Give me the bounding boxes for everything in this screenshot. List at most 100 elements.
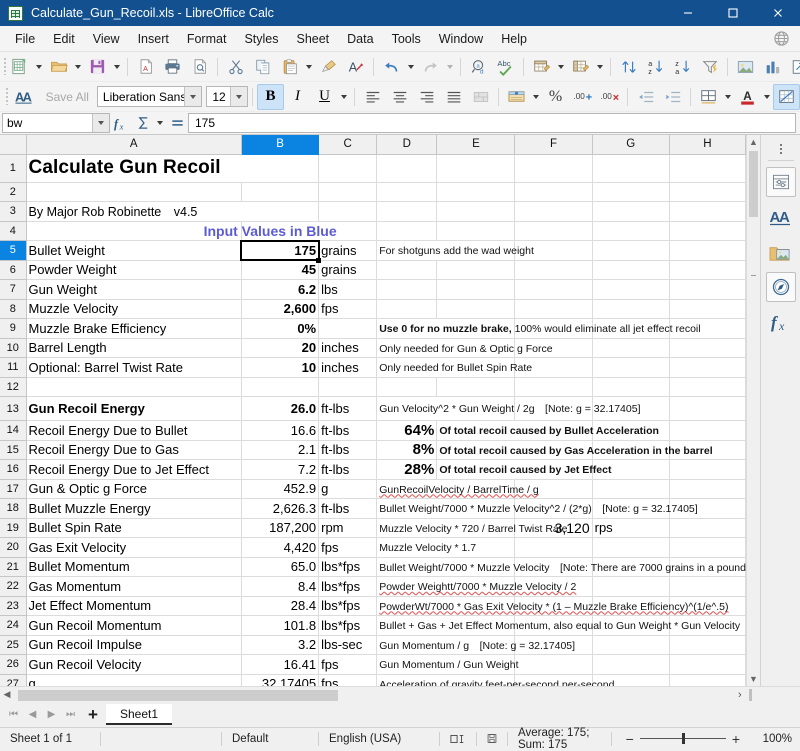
row-header-22[interactable]: 22 — [0, 577, 26, 597]
cell-F10[interactable] — [515, 338, 592, 358]
first-sheet-icon[interactable]: ⏮ — [4, 705, 23, 724]
scroll-right-icon[interactable]: › — [738, 689, 746, 701]
cell-A27[interactable]: g — [26, 674, 241, 686]
cell-G12[interactable] — [592, 377, 669, 397]
cell-F14[interactable] — [515, 421, 592, 441]
zoom-out-icon[interactable]: − — [620, 731, 640, 747]
scroll-up-icon[interactable]: ▲ — [747, 135, 760, 149]
row-header-7[interactable]: 7 — [0, 280, 26, 300]
status-page-style[interactable]: Default — [222, 731, 318, 747]
insert-chart-icon[interactable] — [759, 54, 786, 80]
cell-D18[interactable]: Bullet Weight/7000 * Muzzle Velocity^2 /… — [377, 499, 437, 519]
cell-E7[interactable] — [437, 280, 515, 300]
cell-E9[interactable] — [437, 319, 515, 339]
cell-H11[interactable] — [669, 358, 745, 378]
functions-icon[interactable]: f x — [766, 307, 796, 337]
menu-styles[interactable]: Styles — [235, 29, 287, 49]
cell-C12[interactable] — [319, 377, 377, 397]
cell-B4[interactable]: Input Values in Blue — [241, 221, 318, 241]
cell-G8[interactable] — [592, 299, 669, 319]
sort-ascending-icon[interactable]: a z — [642, 54, 669, 80]
row-header-21[interactable]: 21 — [0, 557, 26, 577]
copy-icon[interactable] — [249, 54, 276, 80]
cell-A18[interactable]: Bullet Muzzle Energy — [26, 499, 241, 519]
cell-D20[interactable]: Muzzle Velocity * 1.7 — [377, 538, 437, 558]
next-sheet-icon[interactable]: ▶ — [42, 705, 61, 724]
cell-B16[interactable]: 7.2 — [241, 460, 318, 480]
formula-equals-icon[interactable] — [166, 113, 188, 133]
cell-A16[interactable]: Recoil Energy Due to Jet Effect — [26, 460, 241, 480]
select-all-corner[interactable] — [0, 135, 26, 154]
row-header-27[interactable]: 27 — [0, 674, 26, 686]
cell-H24[interactable] — [669, 616, 745, 636]
cell-F12[interactable] — [515, 377, 592, 397]
spelling-icon[interactable]: Abc — [492, 54, 519, 80]
previous-sheet-icon[interactable]: ◀ — [23, 705, 42, 724]
cell-F20[interactable] — [515, 538, 592, 558]
cell-A6[interactable]: Powder Weight — [26, 260, 241, 280]
cell-B6[interactable]: 45 — [241, 260, 318, 280]
add-sheet-icon[interactable]: + — [80, 705, 106, 725]
cell-B7[interactable]: 6.2 — [241, 280, 318, 300]
cell-D26[interactable]: Gun Momentum / Gun Weight — [377, 655, 437, 675]
horizontal-scroll-track[interactable] — [14, 689, 738, 701]
cell-C22[interactable]: lbs*fps — [319, 577, 377, 597]
cell-D25[interactable]: Gun Momentum / g [Note: g = 32.17405] — [377, 635, 437, 655]
cell-B8[interactable]: 2,600 — [241, 299, 318, 319]
underline-dropdown[interactable] — [338, 84, 350, 110]
cell-D11[interactable]: Only needed for Bullet Spin Rate — [377, 358, 437, 378]
cell-G18[interactable] — [592, 499, 669, 519]
menu-window[interactable]: Window — [430, 29, 492, 49]
cell-C1[interactable] — [319, 154, 377, 182]
cell-G2[interactable] — [592, 182, 669, 202]
cell-E21[interactable] — [437, 557, 515, 577]
new-document-dropdown[interactable] — [33, 54, 45, 80]
zoom-slider[interactable]: − + — [612, 731, 754, 747]
cell-E18[interactable] — [437, 499, 515, 519]
cell-E23[interactable] — [437, 596, 515, 616]
cell-G3[interactable] — [592, 202, 669, 222]
cell-H10[interactable] — [669, 338, 745, 358]
undo-dropdown[interactable] — [405, 54, 417, 80]
underline-button[interactable]: U — [311, 84, 338, 110]
font-color-icon[interactable]: A — [734, 84, 761, 110]
vertical-scroll-thumb[interactable] — [749, 151, 758, 217]
last-sheet-icon[interactable]: ⏭ — [61, 705, 80, 724]
cell-F18[interactable] — [515, 499, 592, 519]
row-header-14[interactable]: 14 — [0, 421, 26, 441]
cell-A21[interactable]: Bullet Momentum — [26, 557, 241, 577]
row-header-5[interactable]: 5 — [0, 241, 26, 261]
cell-D10[interactable]: Only needed for Gun & Optic g Force — [377, 338, 437, 358]
row-header-23[interactable]: 23 — [0, 596, 26, 616]
cell-B26[interactable]: 16.41 — [241, 655, 318, 675]
paste-dropdown[interactable] — [303, 54, 315, 80]
cell-H15[interactable] — [669, 440, 745, 460]
minimize-icon[interactable] — [665, 0, 710, 26]
cell-E20[interactable] — [437, 538, 515, 558]
row-header-17[interactable]: 17 — [0, 479, 26, 499]
row-header-20[interactable]: 20 — [0, 538, 26, 558]
close-icon[interactable] — [755, 0, 800, 26]
cell-E4[interactable] — [437, 221, 515, 241]
cell-C25[interactable]: lbs-sec — [319, 635, 377, 655]
cell-B12[interactable] — [241, 377, 318, 397]
cell-E10[interactable] — [437, 338, 515, 358]
cell-B25[interactable]: 3.2 — [241, 635, 318, 655]
formula-input-line[interactable]: 175 — [188, 113, 796, 133]
cell-F11[interactable] — [515, 358, 592, 378]
save-dropdown[interactable] — [111, 54, 123, 80]
cell-C6[interactable]: grains — [319, 260, 377, 280]
cell-A24[interactable]: Gun Recoil Momentum — [26, 616, 241, 636]
cell-C27[interactable]: fps — [319, 674, 377, 686]
menu-tools[interactable]: Tools — [383, 29, 430, 49]
cell-A2[interactable] — [26, 182, 241, 202]
open-file-dropdown[interactable] — [72, 54, 84, 80]
row-header-19[interactable]: 19 — [0, 518, 26, 538]
cell-C9[interactable] — [319, 319, 377, 339]
export-pdf-icon[interactable]: A — [132, 54, 159, 80]
column-header-C[interactable]: C — [319, 135, 377, 154]
cell-F22[interactable] — [515, 577, 592, 597]
cell-D16[interactable]: 28% — [377, 460, 437, 480]
cell-B23[interactable]: 28.4 — [241, 596, 318, 616]
row-header-26[interactable]: 26 — [0, 655, 26, 675]
